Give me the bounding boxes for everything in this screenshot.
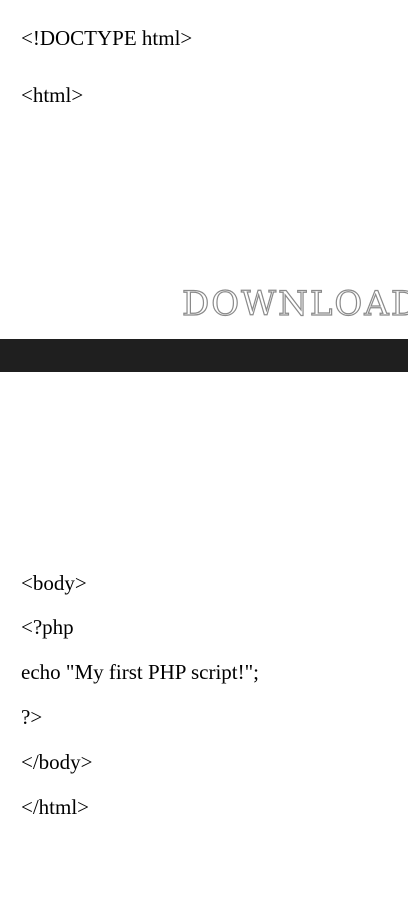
code-line-php-close: ?> (21, 705, 43, 729)
dark-ad-bar (0, 339, 408, 372)
code-line-php-open: <?php (21, 615, 74, 639)
code-line-html-close: </html> (21, 795, 90, 819)
code-line-html-open: <html> (21, 83, 84, 107)
download-banner[interactable]: DOWNLOAD (0, 270, 408, 340)
code-line-body-close: </body> (21, 750, 93, 774)
code-line-doctype: <!DOCTYPE html> (21, 26, 193, 50)
code-line-body-open: <body> (21, 571, 87, 595)
code-line-echo: echo "My first PHP script!"; (21, 660, 260, 684)
download-banner-text[interactable]: DOWNLOAD (181, 283, 408, 324)
